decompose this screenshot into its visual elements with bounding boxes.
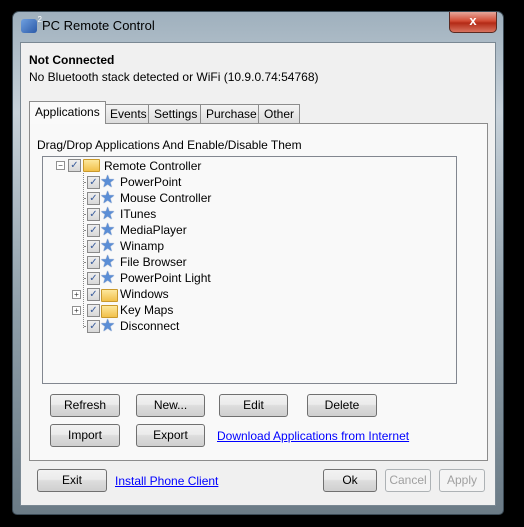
tab-purchase[interactable]: Purchase [200,104,263,123]
checkbox-checked[interactable]: ✓ [68,159,81,172]
tab-settings[interactable]: Settings [148,104,204,123]
client-area: Not Connected No Bluetooth stack detecte… [20,42,496,506]
tab-applications[interactable]: Applications [29,101,106,124]
tree-node-label[interactable]: Disconnect [120,319,179,333]
download-applications-link[interactable]: Download Applications from Internet [217,429,409,443]
delete-button[interactable]: Delete [307,394,377,417]
window-title: PC Remote Control [42,18,155,33]
applications-tree[interactable]: − ✓ Remote Controller ✓ ★ PowerPoint ✓ ★… [42,156,457,384]
folder-icon [83,159,100,172]
expand-icon[interactable]: + [72,306,81,315]
tree-node-label[interactable]: MediaPlayer [120,223,187,237]
tab-events[interactable]: Events [104,104,153,123]
app-window: PC Remote Control x Not Connected No Blu… [12,11,504,515]
tree-node-label[interactable]: Mouse Controller [120,191,211,205]
tree-node-label[interactable]: PowerPoint [120,175,181,189]
panel-instructions: Drag/Drop Applications And Enable/Disabl… [37,138,302,152]
import-button[interactable]: Import [50,424,120,447]
close-button[interactable]: x [449,12,497,33]
tree-node-label[interactable]: Winamp [120,239,164,253]
checkbox-checked[interactable]: ✓ [87,320,100,333]
star-icon: ★ [100,268,116,287]
checkbox-checked[interactable]: ✓ [87,176,100,189]
checkbox-checked[interactable]: ✓ [87,304,100,317]
applications-panel: Drag/Drop Applications And Enable/Disabl… [29,123,488,461]
title-bar[interactable]: PC Remote Control x [13,12,503,40]
export-button[interactable]: Export [136,424,205,447]
checkbox-checked[interactable]: ✓ [87,192,100,205]
tree-node-label[interactable]: ITunes [120,207,156,221]
checkbox-checked[interactable]: ✓ [87,256,100,269]
apply-button[interactable]: Apply [439,469,485,492]
tree-node-label[interactable]: File Browser [120,255,187,269]
exit-button[interactable]: Exit [37,469,107,492]
tree-node-label[interactable]: Remote Controller [104,159,201,173]
star-icon: ★ [100,316,116,335]
cancel-button[interactable]: Cancel [385,469,431,492]
checkbox-checked[interactable]: ✓ [87,224,100,237]
expand-icon[interactable]: + [72,290,81,299]
refresh-button[interactable]: Refresh [50,394,120,417]
collapse-icon[interactable]: − [56,161,65,170]
checkbox-checked[interactable]: ✓ [87,272,100,285]
tab-other[interactable]: Other [258,104,301,123]
tree-connector [83,173,84,328]
folder-icon [101,289,118,302]
tree-node-label[interactable]: PowerPoint Light [120,271,211,285]
connection-status: Not Connected [29,53,115,67]
checkbox-checked[interactable]: ✓ [87,288,100,301]
close-icon: x [469,13,477,28]
ok-button[interactable]: Ok [323,469,377,492]
tree-node-label[interactable]: Windows [120,287,169,301]
tree-node-label[interactable]: Key Maps [120,303,173,317]
edit-button[interactable]: Edit [219,394,288,417]
connection-detail: No Bluetooth stack detected or WiFi (10.… [29,70,319,84]
checkbox-checked[interactable]: ✓ [87,208,100,221]
new-button[interactable]: New... [136,394,205,417]
install-phone-client-link[interactable]: Install Phone Client [115,474,218,488]
checkbox-checked[interactable]: ✓ [87,240,100,253]
app-icon [21,15,42,33]
